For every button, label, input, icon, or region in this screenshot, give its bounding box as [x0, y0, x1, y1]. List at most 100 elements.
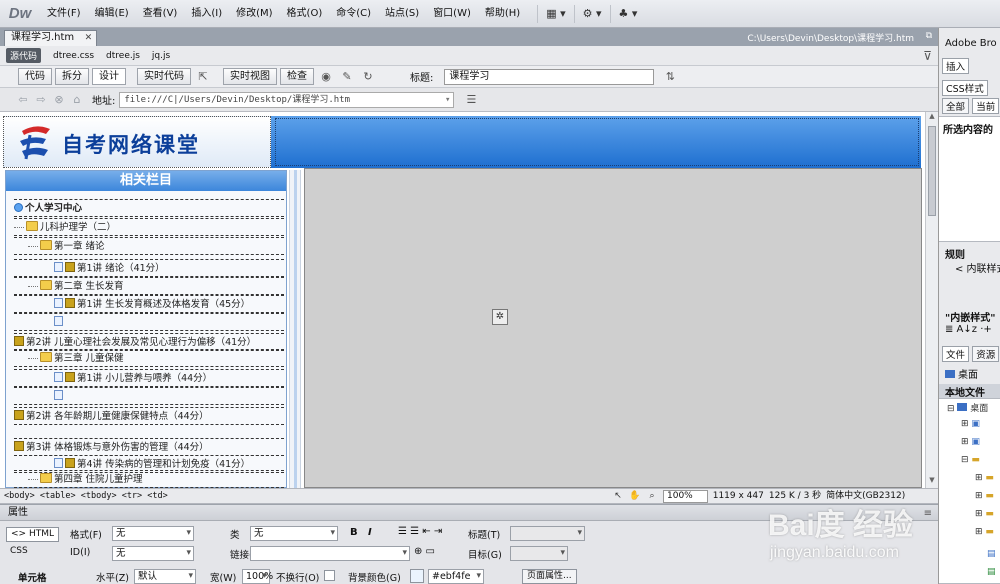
link-target-icon[interactable]: ⊕ ▭ [414, 546, 435, 557]
tag-selector[interactable]: <body> <table> <tbody> <tr> <td> [4, 489, 168, 503]
site-select[interactable]: 桌面 [939, 366, 1000, 381]
tree-item[interactable]: 第一章 绪论 [14, 237, 284, 255]
home-icon[interactable]: ⌂ [70, 93, 84, 106]
tree-node[interactable]: ⊞ ▬ [975, 491, 994, 501]
site-icon[interactable]: ♣ ▾ [609, 4, 646, 23]
scroll-down-icon[interactable]: ▼ [926, 476, 938, 488]
bg-color-swatch[interactable] [410, 569, 424, 583]
current-tab[interactable]: 当前 [972, 98, 1000, 114]
menu-modify[interactable]: 修改(M) [229, 0, 279, 28]
tree-node[interactable]: ▤ [987, 567, 996, 577]
file-management-icon[interactable]: ⇅ [661, 68, 679, 85]
tree-item[interactable]: 第1讲 生长发育概述及体格发育（45分） [14, 295, 284, 313]
close-icon[interactable]: ✕ [85, 31, 93, 45]
class-select[interactable]: 无 [250, 526, 338, 541]
design-view-button[interactable]: 设计 [92, 68, 126, 85]
id-select[interactable]: 无 [112, 546, 194, 561]
filter-icon[interactable]: ⊽ [923, 49, 932, 63]
view-options-icon[interactable]: ☰ [464, 93, 478, 106]
layout-icon[interactable]: ▦ ▾ [537, 4, 573, 23]
horz-select[interactable]: 默认 [134, 569, 196, 584]
menu-format[interactable]: 格式(O) [280, 0, 330, 28]
script-marker-icon[interactable]: ✲ [492, 309, 508, 325]
restore-icon[interactable]: ⧉ [926, 31, 932, 41]
inspect-icon[interactable]: ⇱ [194, 68, 212, 85]
tree-node[interactable]: ⊞ ▣ [961, 437, 980, 447]
banner-empty-cell[interactable] [275, 118, 919, 166]
validate-icon[interactable]: ✎ [338, 68, 356, 85]
tree-item[interactable]: 第四章 住院儿童护理 [14, 470, 284, 488]
tree-node[interactable]: ⊞ ▣ [961, 419, 980, 429]
menu-view[interactable]: 查看(V) [136, 0, 185, 28]
tree-item[interactable]: 第1讲 绪论（41分） [14, 259, 284, 277]
tree-item[interactable]: 个人学习中心 [14, 199, 284, 217]
panel-menu-icon[interactable]: ≡ [924, 506, 932, 521]
tree-node[interactable]: ⊞ ▬ [975, 527, 994, 537]
browser-icon[interactable]: ◉ [317, 68, 335, 85]
tree-item[interactable]: 第三章 儿童保健 [14, 349, 284, 367]
live-view-button[interactable]: 实时视图 [223, 68, 277, 85]
width-input[interactable]: 100% [242, 569, 273, 584]
target-select[interactable] [510, 546, 568, 561]
zoom-icon[interactable]: ⌕ [646, 489, 658, 503]
bold-icon[interactable]: B [350, 527, 358, 538]
list-icon[interactable]: ☰ ☰ ⇤ ⇥ [398, 526, 442, 537]
all-tab[interactable]: 全部 [942, 98, 970, 114]
chevron-down-icon[interactable]: ▾ [445, 93, 450, 107]
scroll-thumb[interactable] [928, 126, 936, 216]
back-icon[interactable]: ⇦ [16, 93, 30, 106]
menu-edit[interactable]: 编辑(E) [88, 0, 136, 28]
live-code-button[interactable]: 实时代码 [137, 68, 191, 85]
gear-icon[interactable]: ⚙ ▾ [573, 4, 610, 23]
related-file[interactable]: dtree.js [106, 51, 140, 61]
scroll-up-icon[interactable]: ▲ [926, 112, 938, 124]
menu-file[interactable]: 文件(F) [40, 0, 88, 28]
menu-site[interactable]: 站点(S) [378, 0, 426, 28]
tree-item[interactable] [14, 313, 284, 331]
pointer-icon[interactable]: ↖ [612, 489, 624, 503]
menu-help[interactable]: 帮助(H) [478, 0, 527, 28]
heading-input[interactable] [510, 526, 585, 541]
stop-icon[interactable]: ⊗ [52, 93, 66, 106]
bg-color-input[interactable]: #ebf4fe [428, 569, 484, 584]
inspect-button[interactable]: 检查 [280, 68, 314, 85]
tree-item[interactable] [14, 387, 284, 405]
page-properties-button[interactable]: 页面属性... [522, 569, 577, 584]
italic-icon[interactable]: I [368, 527, 372, 538]
tree-node[interactable]: ⊞ ▬ [975, 509, 994, 519]
tree-item[interactable]: 第3讲 体格锻炼与意外伤害的管理（44分） [14, 438, 284, 456]
main-content-cell[interactable]: ✲ [304, 168, 922, 488]
menu-insert[interactable]: 插入(I) [184, 0, 229, 28]
assets-tab[interactable]: 资源 [972, 346, 1000, 362]
tree-item[interactable]: 第1讲 小儿营养与喂养（44分） [14, 369, 284, 387]
forward-icon[interactable]: ⇨ [34, 93, 48, 106]
tree-node[interactable]: ▤ [987, 549, 996, 559]
code-view-button[interactable]: 代码 [18, 68, 52, 85]
inline-rule[interactable]: < 内联样式 [939, 260, 1000, 275]
zoom-select[interactable]: 100% [663, 489, 708, 503]
hand-icon[interactable]: ✋ [629, 489, 641, 503]
file-tree[interactable]: ⊟ 桌面 ⊞ ▣ ⊞ ▣ ⊟ ▬ ⊞ ▬ ⊞ ▬ ⊞ ▬ ⊞ ▬ ▤ ▤ [939, 398, 1000, 584]
sort-icons[interactable]: ≣ A↓z ·+ [939, 324, 1000, 335]
menu-window[interactable]: 窗口(W) [426, 0, 478, 28]
files-tab[interactable]: 文件 [942, 346, 970, 362]
title-input[interactable]: 课程学习 [444, 68, 655, 85]
address-input[interactable]: file:///C|/Users/Devin/Desktop/课程学习.htm ▾ [119, 91, 455, 108]
window-size[interactable]: 1119 x 447 [713, 489, 764, 503]
tree-node[interactable]: ⊟ 桌面 [947, 401, 988, 414]
menu-commands[interactable]: 命令(C) [329, 0, 378, 28]
refresh-icon[interactable]: ↻ [359, 68, 377, 85]
tree-item[interactable]: 儿科护理学（二） [14, 218, 284, 236]
split-view-button[interactable]: 拆分 [55, 68, 89, 85]
tree-item[interactable]: 第2讲 各年龄期儿童健康保健特点（44分） [14, 407, 284, 425]
css-styles-tab[interactable]: CSS样式 [942, 80, 988, 96]
link-input[interactable] [250, 546, 410, 561]
vertical-scrollbar[interactable]: ▲ ▼ [925, 112, 938, 488]
related-file[interactable]: jq.js [152, 51, 170, 61]
insert-tab[interactable]: 插入 [942, 58, 970, 74]
tree-node[interactable]: ⊟ ▬ [961, 455, 980, 465]
source-code-button[interactable]: 源代码 [6, 48, 42, 63]
design-canvas[interactable]: 自考网络课堂 相关栏目 个人学习中心 儿科护理学（二） 第一章 绪论 第1讲 绪… [0, 112, 938, 488]
nowrap-checkbox[interactable] [324, 570, 335, 581]
related-file[interactable]: dtree.css [53, 51, 94, 61]
